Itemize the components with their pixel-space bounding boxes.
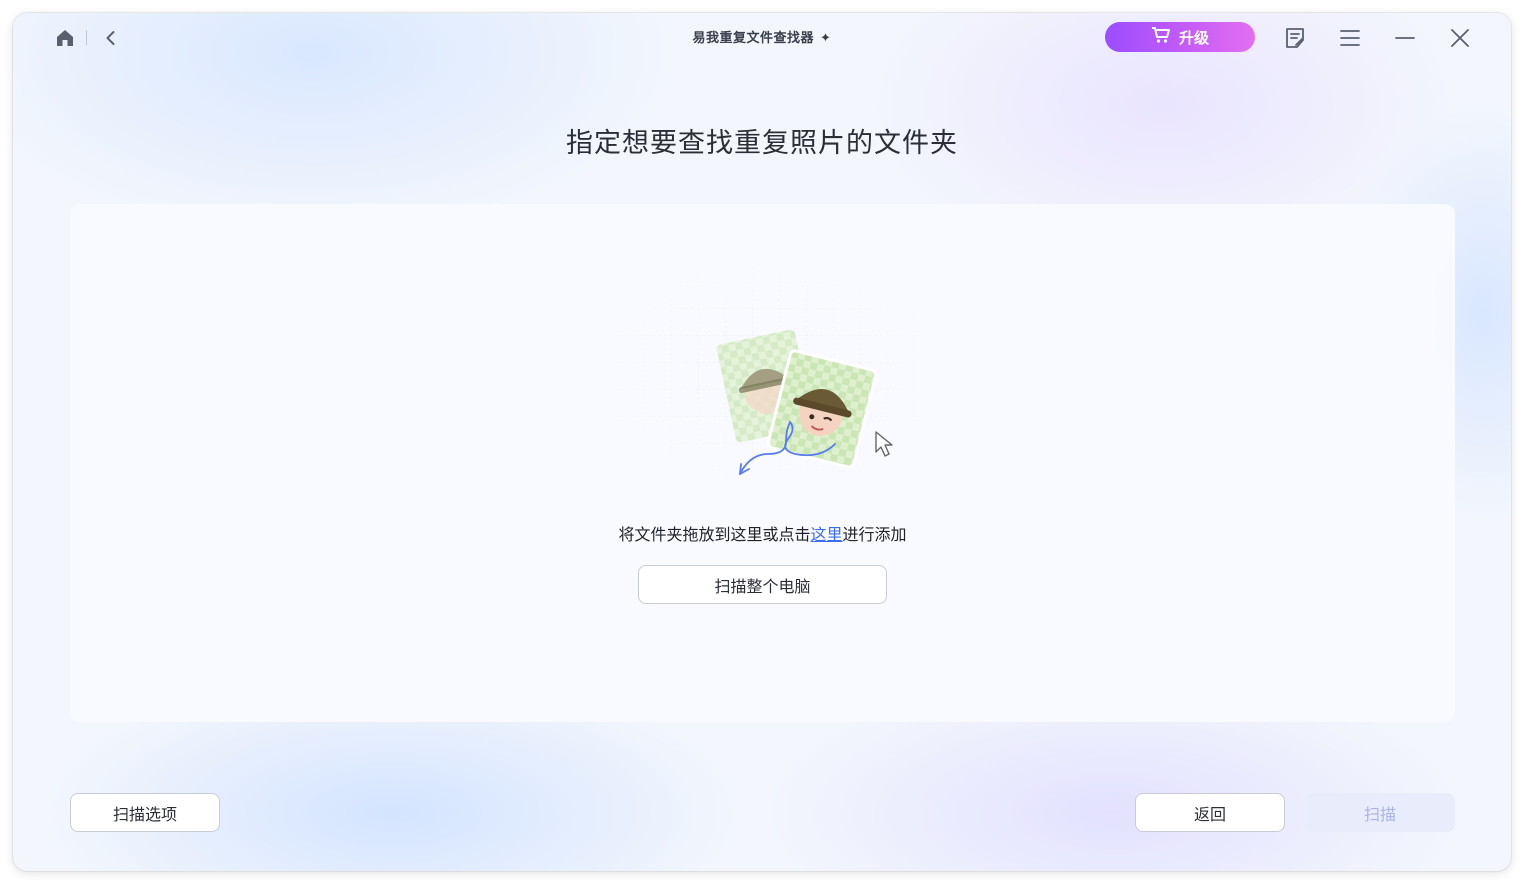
drop-illustration — [590, 254, 935, 514]
app-title-text: 易我重复文件查找器 — [692, 31, 815, 46]
upgrade-label: 升级 — [1178, 28, 1209, 47]
scan-entire-pc-button[interactable]: 扫描整个电脑 — [638, 565, 887, 604]
menu-icon[interactable] — [1337, 25, 1363, 51]
cart-icon — [1151, 26, 1171, 48]
drop-instruction: 将文件夹拖放到这里或点击这里进行添加 — [70, 521, 1455, 545]
feedback-icon[interactable] — [1282, 25, 1308, 51]
scan-options-button[interactable]: 扫描选项 — [70, 793, 220, 832]
add-folder-link[interactable]: 这里 — [810, 525, 842, 544]
close-icon[interactable] — [1447, 25, 1473, 51]
drop-text-after: 进行添加 — [842, 525, 907, 544]
page-title: 指定想要查找重复照片的文件夹 — [566, 128, 958, 159]
back-button[interactable]: 返回 — [1135, 793, 1285, 832]
scan-button[interactable]: 扫描 — [1305, 793, 1455, 832]
drop-zone[interactable]: 将文件夹拖放到这里或点击这里进行添加 扫描整个电脑 — [70, 204, 1455, 722]
upgrade-button[interactable]: 升级 — [1105, 22, 1255, 52]
title-bar: 易我重复文件查找器 ✦ 升级 — [13, 13, 1511, 63]
minimize-icon[interactable] — [1392, 25, 1418, 51]
app-window: 易我重复文件查找器 ✦ 升级 指定想要查找重复照片的文件夹 将文件夹拖放到这里或… — [13, 13, 1511, 871]
drop-text-before: 将文件夹拖放到这里或点击 — [618, 525, 811, 544]
sparkle-icon: ✦ — [820, 31, 832, 46]
